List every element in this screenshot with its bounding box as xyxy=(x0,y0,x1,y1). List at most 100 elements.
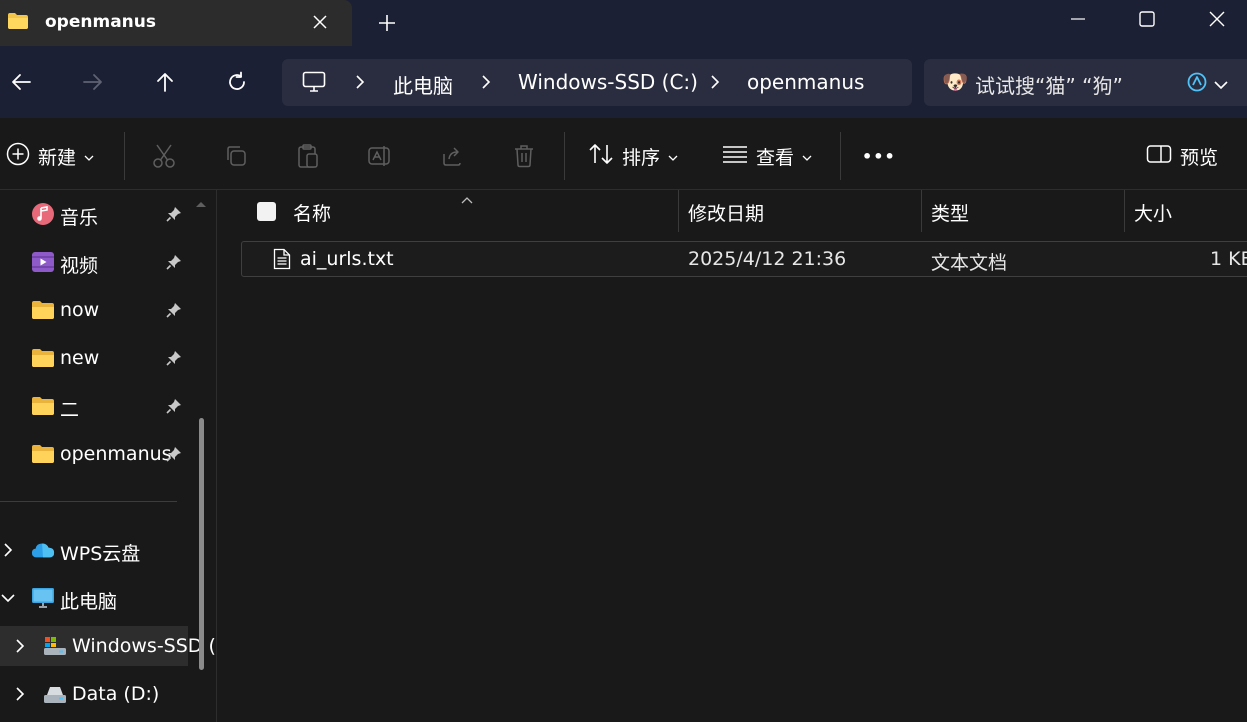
pin-icon[interactable] xyxy=(166,302,182,322)
cut-icon[interactable] xyxy=(148,140,180,172)
sidebar-item-label: 此电脑 xyxy=(60,591,118,613)
rename-icon[interactable] xyxy=(364,140,396,172)
delete-icon[interactable] xyxy=(508,140,540,172)
search-placeholder[interactable]: 试试搜“猫” “狗” xyxy=(975,70,1123,99)
column-header-type[interactable]: 类型 xyxy=(922,190,1124,232)
divider xyxy=(564,132,565,180)
breadcrumb-this-pc[interactable]: 此电脑 xyxy=(393,70,453,99)
search-box[interactable]: 🐶 试试搜“猫” “狗” xyxy=(924,59,1247,106)
column-header-name[interactable]: 名称 xyxy=(218,190,678,232)
scroll-up-icon[interactable] xyxy=(194,194,208,213)
file-size: 1 KB xyxy=(1210,248,1247,270)
preview-pane-icon xyxy=(1146,144,1172,169)
plus-circle-icon xyxy=(6,142,30,171)
divider xyxy=(124,132,125,180)
navigation-bar: 此电脑 Windows-SSD (C:) openmanus 🐶 试试搜“猫” … xyxy=(0,46,1247,118)
video-icon xyxy=(31,250,55,274)
chevron-down-icon xyxy=(84,145,94,167)
more-icon: ••• xyxy=(862,146,896,166)
column-header-size[interactable]: 大小 xyxy=(1125,190,1247,232)
sidebar-item-label: openmanus xyxy=(60,443,172,465)
file-row[interactable]: ai_urls.txt 2025/4/12 21:36 文本文档 1 KB xyxy=(241,241,1247,277)
divider xyxy=(840,132,841,180)
more-options-button[interactable]: ••• xyxy=(862,138,896,174)
navigation-pane[interactable]: 音乐 视频 now new 二 openmanus WPS云盘 此电脑 Wind… xyxy=(0,190,217,722)
address-bar[interactable]: 此电脑 Windows-SSD (C:) openmanus xyxy=(282,59,912,106)
arrow-up-icon[interactable] xyxy=(147,64,183,100)
folder-icon xyxy=(31,442,55,466)
chevron-right-icon[interactable] xyxy=(12,638,28,654)
chevron-down-icon[interactable] xyxy=(1214,75,1228,94)
cloud-icon xyxy=(31,538,55,562)
drive-icon xyxy=(43,634,67,658)
dog-icon: 🐶 xyxy=(942,70,969,94)
chevron-right-icon[interactable] xyxy=(12,686,28,702)
sidebar-item-openmanus[interactable]: openmanus xyxy=(0,434,190,474)
pin-icon[interactable] xyxy=(166,398,182,418)
divider xyxy=(0,501,177,502)
sidebar-item-label: now xyxy=(60,299,100,321)
chevron-down-icon xyxy=(668,145,678,167)
chevron-right-icon[interactable] xyxy=(352,73,368,91)
sidebar-item-music[interactable]: 音乐 xyxy=(0,194,190,234)
close-icon[interactable] xyxy=(306,8,334,36)
new-button[interactable]: 新建 xyxy=(6,138,94,174)
folder-icon xyxy=(7,12,29,30)
chevron-right-icon[interactable] xyxy=(0,542,16,558)
sort-button[interactable]: 排序 xyxy=(588,138,678,174)
sidebar-item-now[interactable]: now xyxy=(0,290,190,330)
plus-icon[interactable] xyxy=(372,8,402,38)
arrow-right-icon[interactable] xyxy=(75,64,111,100)
maximize-icon[interactable] xyxy=(1112,0,1182,38)
pin-icon[interactable] xyxy=(166,206,182,226)
sidebar-scrollbar[interactable] xyxy=(199,418,204,670)
sidebar-item-label: Windows-SSD (C:) xyxy=(72,635,216,657)
preview-button[interactable]: 预览 xyxy=(1146,138,1218,174)
sidebar-item-wps-cloud[interactable]: WPS云盘 xyxy=(0,530,190,570)
sort-icon xyxy=(588,142,614,171)
view-button-label: 查看 xyxy=(756,146,795,169)
breadcrumb-windows-ssd[interactable]: Windows-SSD (C:) xyxy=(518,70,698,94)
close-icon[interactable] xyxy=(1182,0,1247,38)
title-bar: openmanus xyxy=(0,0,1247,46)
pin-icon[interactable] xyxy=(166,446,182,466)
monitor-icon[interactable] xyxy=(302,71,326,97)
refresh-icon[interactable] xyxy=(219,64,255,100)
pin-icon[interactable] xyxy=(166,254,182,274)
copy-icon[interactable] xyxy=(220,140,252,172)
sidebar-item-two[interactable]: 二 xyxy=(0,386,190,426)
sort-button-label: 排序 xyxy=(622,146,661,169)
sidebar-item-data-d[interactable]: Data (D:) xyxy=(0,674,190,714)
music-icon xyxy=(31,202,55,226)
tab-title: openmanus xyxy=(45,12,156,32)
preview-button-label: 预览 xyxy=(1180,146,1219,169)
sidebar-item-label: WPS云盘 xyxy=(60,543,141,565)
chevron-right-icon[interactable] xyxy=(707,73,723,91)
sidebar-item-label: 二 xyxy=(60,399,80,421)
folder-icon xyxy=(31,394,55,418)
view-button[interactable]: 查看 xyxy=(722,138,812,174)
file-list[interactable]: 名称 修改日期 类型 大小 ai_urls.txt 2025/4/12 21:3… xyxy=(218,190,1247,722)
sidebar-item-videos[interactable]: 视频 xyxy=(0,242,190,282)
pin-icon[interactable] xyxy=(166,350,182,370)
share-icon[interactable] xyxy=(436,140,468,172)
copilot-icon[interactable] xyxy=(1186,71,1208,97)
tab-openmanus[interactable]: openmanus xyxy=(0,0,352,46)
column-header-modified[interactable]: 修改日期 xyxy=(679,190,921,232)
sidebar-item-new[interactable]: new xyxy=(0,338,190,378)
sidebar-item-windows-ssd[interactable]: Windows-SSD (C:) xyxy=(0,626,216,666)
command-bar: 新建 排序 查看 ••• 预览 xyxy=(0,118,1247,190)
paste-icon[interactable] xyxy=(292,140,324,172)
sidebar-item-label: new xyxy=(60,347,100,369)
file-type: 文本文档 xyxy=(931,252,1008,274)
drive-icon xyxy=(43,682,67,706)
chevron-down-icon[interactable] xyxy=(0,590,16,606)
minimize-icon[interactable] xyxy=(1043,0,1113,38)
arrow-left-icon[interactable] xyxy=(3,64,39,100)
chevron-right-icon[interactable] xyxy=(478,73,494,91)
breadcrumb-openmanus[interactable]: openmanus xyxy=(747,70,864,94)
sidebar-item-this-pc[interactable]: 此电脑 xyxy=(0,578,190,618)
new-button-label: 新建 xyxy=(38,146,77,169)
file-name[interactable]: ai_urls.txt xyxy=(300,248,394,270)
sidebar-item-label: 视频 xyxy=(60,255,99,277)
